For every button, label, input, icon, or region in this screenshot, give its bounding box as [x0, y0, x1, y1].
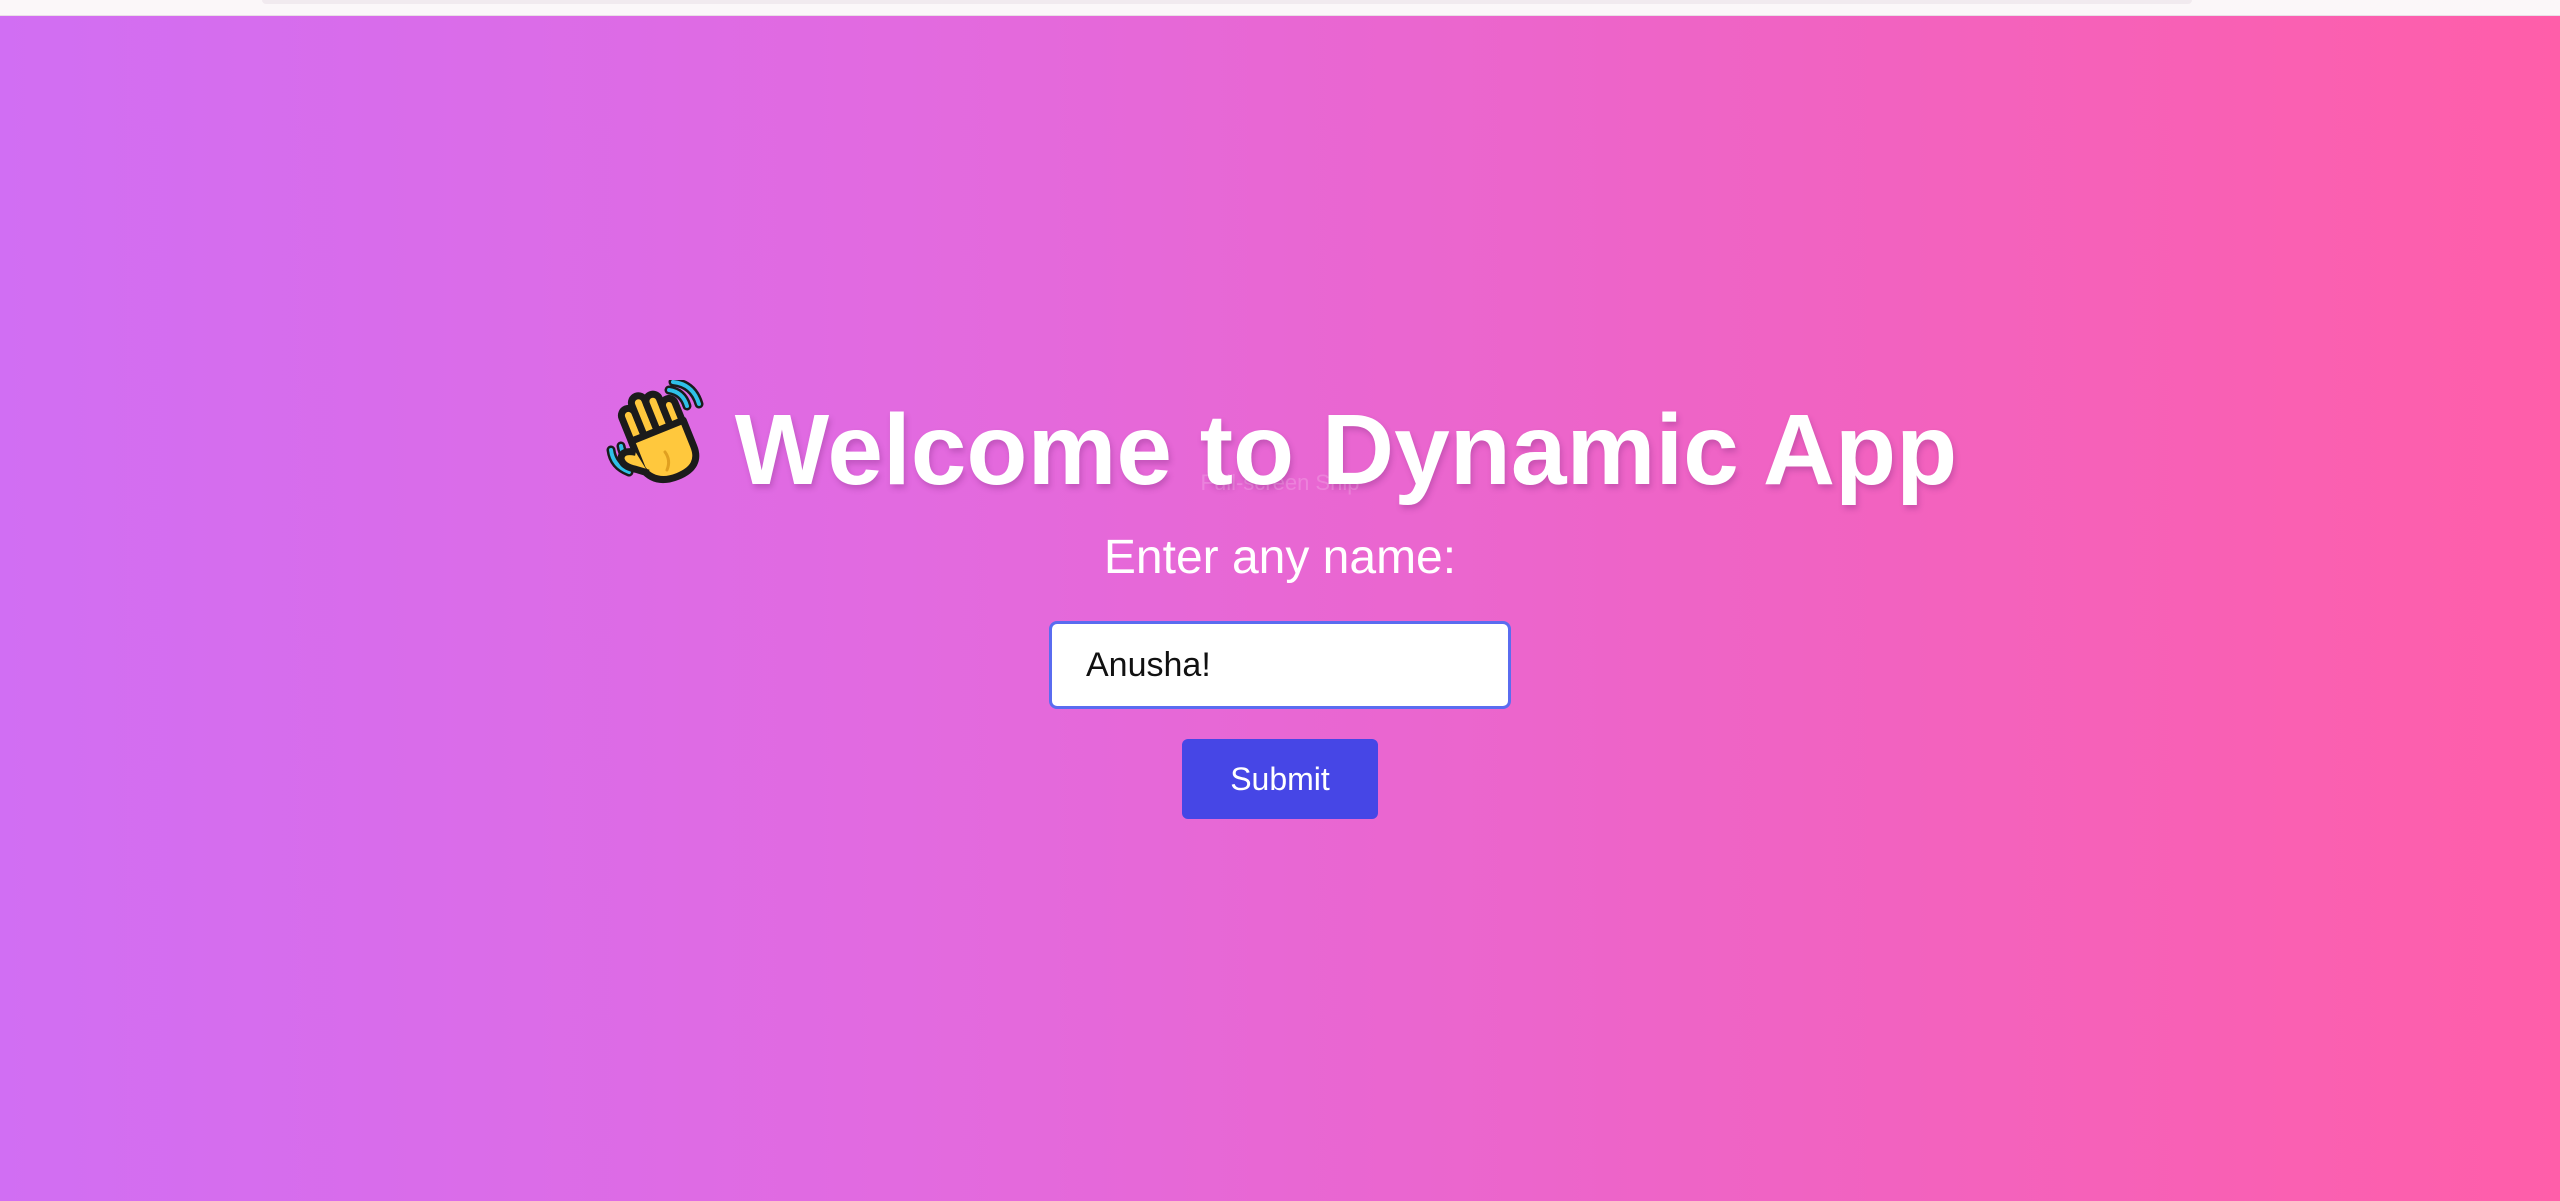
- name-prompt-label: Enter any name:: [1103, 531, 1457, 584]
- top-strip-tab-edge: [262, 0, 2192, 4]
- submit-button[interactable]: Submit: [1182, 739, 1378, 819]
- name-input[interactable]: [1049, 621, 1511, 709]
- browser-top-strip: [0, 0, 2560, 16]
- snip-overlay-caption: Full-screen Snip: [1200, 470, 1360, 495]
